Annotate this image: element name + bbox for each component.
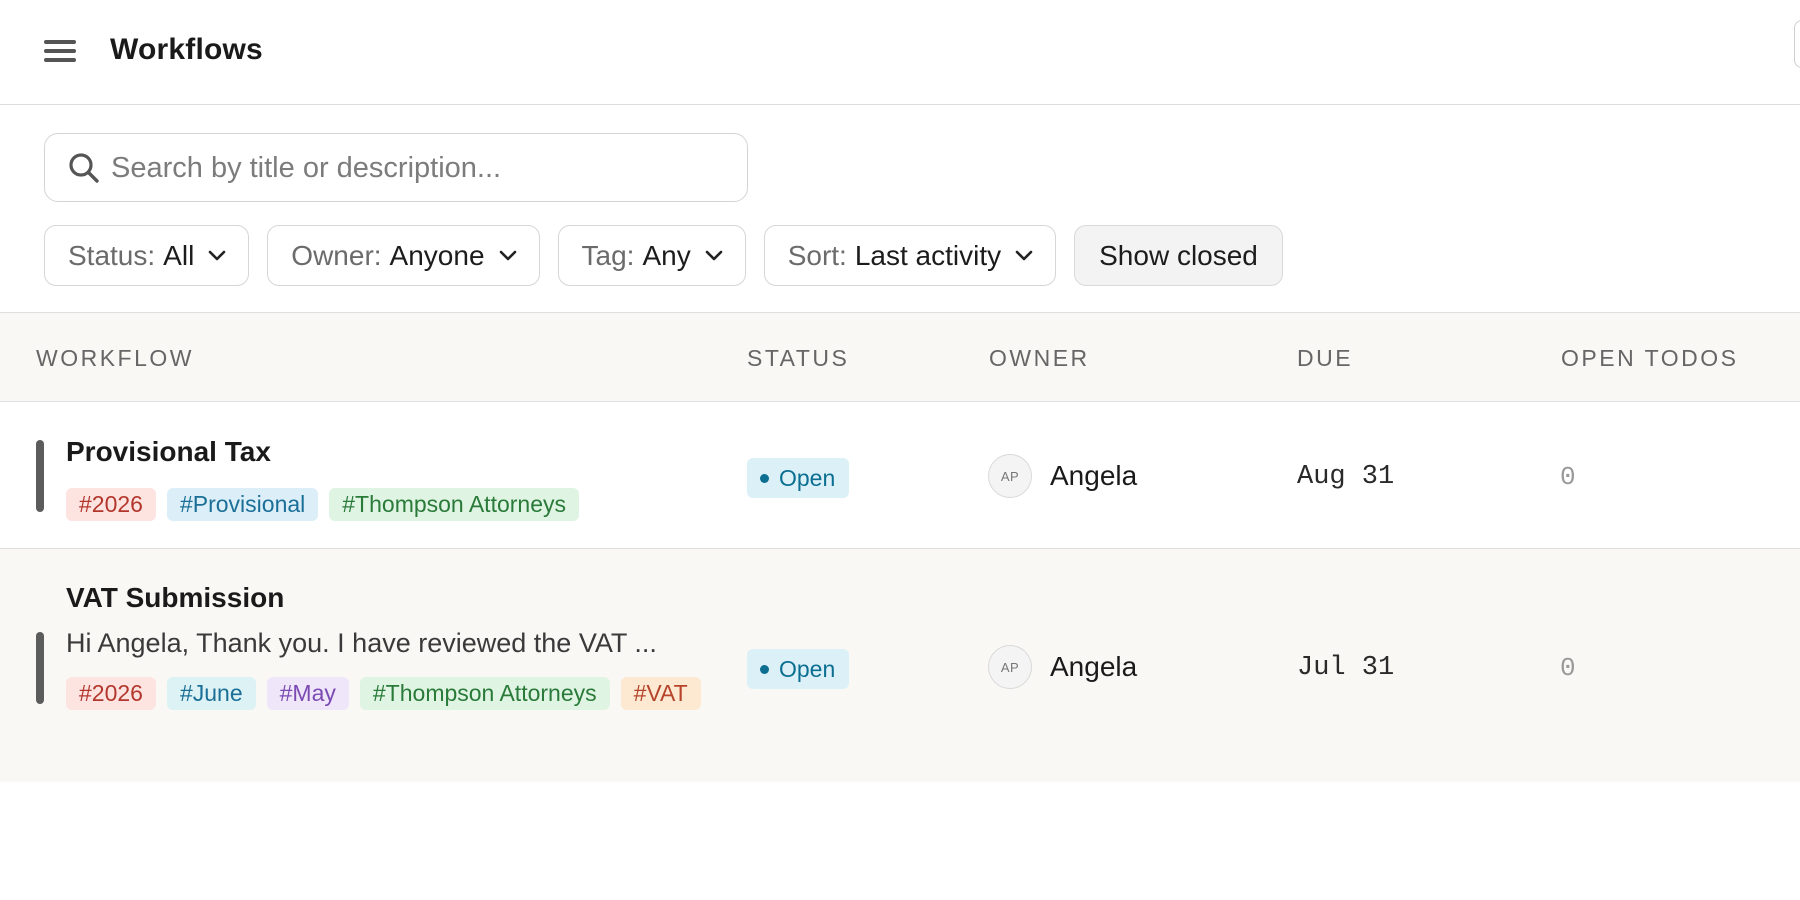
status-badge: Open	[747, 649, 850, 689]
filter-value: Any	[642, 239, 691, 271]
show-closed-toggle[interactable]: Show closed	[1074, 225, 1283, 286]
status-label: Open	[779, 655, 836, 682]
chevron-down-icon	[1015, 250, 1033, 260]
row-indicator-bar	[36, 632, 44, 704]
column-header-open-todos[interactable]: OPEN TODOS	[1561, 345, 1739, 372]
sort-dropdown[interactable]: Sort: Last activity	[763, 225, 1057, 286]
header-action-button[interactable]	[1794, 20, 1800, 68]
owner-name: Angela	[1050, 651, 1138, 682]
status-dot-icon	[760, 664, 769, 674]
tag-chip[interactable]: #June	[166, 677, 256, 710]
open-todos-count: 0	[1560, 462, 1576, 492]
column-header-owner[interactable]: OWNER	[989, 345, 1090, 372]
tag-chip[interactable]: #Thompson Attorneys	[329, 488, 579, 521]
owner-cell: AP Angela	[988, 645, 1137, 689]
avatar: AP	[988, 454, 1032, 498]
top-bar: Workflows	[0, 0, 1800, 105]
status-label: Open	[779, 464, 836, 491]
toggle-label: Show closed	[1099, 239, 1258, 271]
search-box[interactable]	[44, 133, 748, 202]
filter-value: Anyone	[389, 239, 485, 271]
tag-list: #2026 #Provisional #Thompson Attorneys	[66, 488, 579, 521]
due-date: Jul 31	[1297, 653, 1395, 683]
tag-list: #2026 #June #May #Thompson Attorneys #VA…	[66, 677, 706, 710]
row-indicator-bar	[36, 440, 44, 512]
tag-filter-dropdown[interactable]: Tag: Any	[557, 225, 746, 286]
search-input[interactable]	[111, 146, 731, 190]
page-title: Workflows	[110, 33, 263, 66]
tag-chip[interactable]: #2026	[66, 488, 156, 521]
filter-label: Owner:	[291, 239, 382, 271]
open-todos-count: 0	[1560, 653, 1576, 683]
filter-value: All	[163, 239, 195, 271]
owner-name: Angela	[1050, 460, 1138, 491]
hamburger-menu-icon[interactable]	[44, 38, 76, 64]
tag-chip[interactable]: #Thompson Attorneys	[359, 677, 610, 710]
column-header-due[interactable]: DUE	[1297, 345, 1353, 372]
owner-filter-dropdown[interactable]: Owner: Anyone	[267, 225, 540, 286]
tag-chip[interactable]: #2026	[66, 677, 156, 710]
chevron-down-icon	[208, 250, 226, 260]
table-row[interactable]: VAT Submission Hi Angela, Thank you. I h…	[0, 549, 1800, 782]
tag-chip[interactable]: #VAT	[620, 677, 701, 710]
filter-bar: Status: All Owner: Anyone Tag: Any Sort:…	[44, 225, 1283, 286]
search-icon	[69, 153, 99, 183]
status-dot-icon	[760, 473, 769, 483]
chevron-down-icon	[499, 250, 516, 260]
column-header-workflow[interactable]: WORKFLOW	[36, 345, 194, 372]
workflow-description: Hi Angela, Thank you. I have reviewed th…	[66, 628, 657, 658]
workflow-title[interactable]: VAT Submission	[66, 582, 284, 614]
filter-value: Last activity	[854, 239, 1002, 271]
avatar: AP	[988, 645, 1032, 689]
filter-label: Sort:	[787, 239, 847, 271]
chevron-down-icon	[705, 250, 723, 260]
workflow-title[interactable]: Provisional Tax	[66, 436, 271, 468]
status-badge: Open	[747, 458, 850, 498]
filter-label: Tag:	[581, 239, 635, 271]
tag-chip[interactable]: #May	[266, 677, 349, 710]
due-date: Aug 31	[1297, 462, 1395, 492]
table-header: WORKFLOW STATUS OWNER DUE OPEN TODOS	[0, 312, 1800, 402]
status-filter-dropdown[interactable]: Status: All	[44, 225, 250, 286]
table-row[interactable]: Provisional Tax #2026 #Provisional #Thom…	[0, 402, 1800, 549]
tag-chip[interactable]: #Provisional	[166, 488, 319, 521]
owner-cell: AP Angela	[988, 454, 1137, 498]
filter-label: Status:	[68, 239, 156, 271]
column-header-status[interactable]: STATUS	[747, 345, 849, 372]
